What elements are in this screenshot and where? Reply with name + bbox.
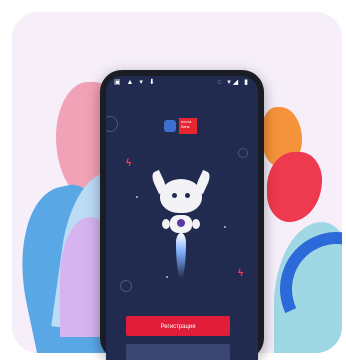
red-shape: [267, 152, 322, 222]
rocket-flame: [176, 233, 186, 279]
decor-ring-icon: [106, 116, 118, 132]
bank-logo-box: почта банк: [179, 118, 197, 134]
decor-ring-icon: [238, 148, 248, 158]
login-button[interactable]: [126, 344, 230, 360]
status-bar-left-icons: ▣ ▲ ▾ ⬇: [114, 79, 157, 86]
robot-eye-left: [172, 193, 177, 198]
robot-arm-right: [192, 219, 200, 229]
robot-eye-right: [185, 193, 190, 198]
eagle-emblem-icon: [164, 120, 176, 132]
phone-mockup: ▣ ▲ ▾ ⬇ ◌ ▾◢ ▮ почта банк ϟ ϟ Регистраци: [100, 70, 264, 360]
decor-ring-icon: [120, 280, 132, 292]
app-logo: почта банк: [164, 118, 197, 134]
robot-head: [160, 179, 202, 213]
robot-mascot: [149, 169, 213, 281]
phone-screen: ▣ ▲ ▾ ⬇ ◌ ▾◢ ▮ почта банк ϟ ϟ Регистраци: [106, 76, 258, 360]
lightning-icon: ϟ: [126, 158, 132, 169]
status-bar-right-icons: ◌ ▾◢ ▮: [217, 79, 250, 86]
star-icon: [136, 196, 138, 198]
robot-badge: [177, 219, 185, 227]
robot-arm-left: [162, 219, 170, 229]
lightning-icon: ϟ: [238, 268, 244, 279]
register-button[interactable]: Регистрация: [126, 316, 230, 336]
status-bar: ▣ ▲ ▾ ⬇ ◌ ▾◢ ▮: [106, 76, 258, 90]
star-icon: [224, 226, 226, 228]
